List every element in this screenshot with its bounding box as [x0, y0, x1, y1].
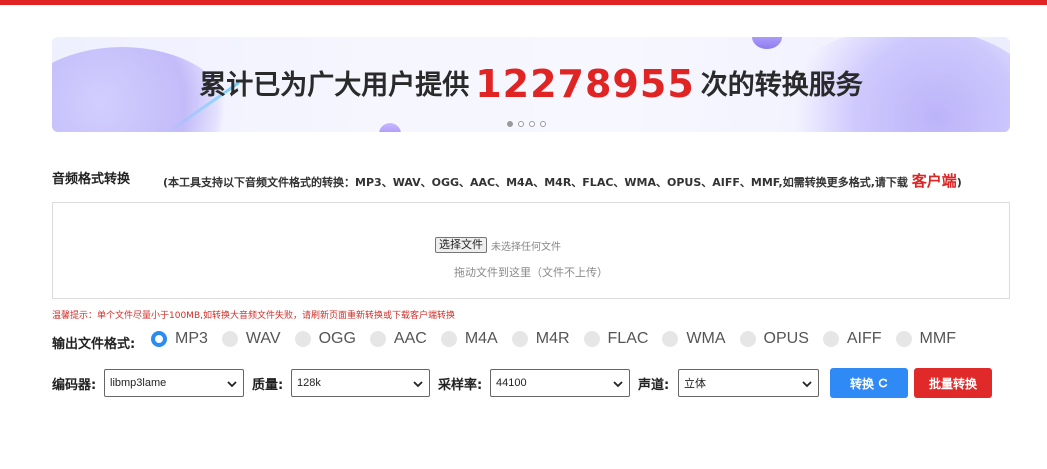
- quality-label: 质量:: [252, 378, 284, 393]
- carousel-dot-3[interactable]: [529, 121, 535, 127]
- file-status: 未选择任何文件: [491, 241, 561, 253]
- samplerate-value: 44100: [496, 377, 527, 389]
- refresh-icon: [878, 378, 888, 388]
- radio-icon[interactable]: [221, 331, 238, 347]
- format-option-label: AIFF: [846, 330, 882, 347]
- client-download-link[interactable]: 客户端: [912, 172, 957, 190]
- format-option-label: MP3: [175, 330, 208, 347]
- radio-icon[interactable]: [822, 331, 839, 347]
- samplerate-label: 采样率:: [438, 378, 483, 393]
- conversion-count: 12278955: [475, 62, 695, 106]
- format-option-m4a[interactable]: M4A: [440, 330, 498, 348]
- chevron-down-icon: [802, 381, 812, 388]
- tool-description-end: ): [956, 176, 962, 189]
- encoder-label: 编码器:: [52, 378, 97, 393]
- upload-dropzone[interactable]: 选择文件 未选择任何文件 拖动文件到这里（文件不上传）: [52, 202, 1010, 299]
- tool-description-text: (本工具支持以下音频文件格式的转换：MP3、WAV、OGG、AAC、M4A、M4…: [163, 176, 908, 189]
- format-option-mp3[interactable]: MP3: [151, 330, 208, 348]
- channel-select[interactable]: 立体: [678, 369, 819, 397]
- radio-icon[interactable]: [739, 331, 756, 347]
- radio-icon[interactable]: [369, 331, 386, 347]
- batch-convert-label: 批量转换: [928, 376, 977, 391]
- convert-button[interactable]: 转换: [830, 368, 908, 398]
- format-option-ogg[interactable]: OGG: [294, 330, 356, 348]
- format-option-mmf[interactable]: MMF: [895, 330, 956, 348]
- carousel-dot-4[interactable]: [540, 121, 546, 127]
- carousel-dots: [507, 121, 546, 127]
- format-option-label: OGG: [318, 330, 356, 347]
- chevron-down-icon: [413, 381, 423, 388]
- format-option-aac[interactable]: AAC: [369, 330, 427, 348]
- format-option-label: M4A: [464, 330, 498, 347]
- channel-label: 声道:: [638, 378, 670, 393]
- radio-icon[interactable]: [294, 331, 311, 347]
- stats-banner[interactable]: 累计已为广大用户提供 12278955 次的转换服务: [52, 37, 1010, 132]
- format-option-label: MMF: [919, 330, 956, 347]
- chevron-down-icon: [227, 381, 237, 388]
- output-format-options: MP3 WAV OGG AAC M4A M4R FLAC WMA OPUS AIFF MMF: [151, 330, 970, 348]
- quality-select[interactable]: 128k: [291, 369, 430, 397]
- format-option-label: FLAC: [607, 330, 649, 347]
- warning-text: 温馨提示：单个文件尽量小于100MB,如转换大音频文件失败，请刷新页面重新转换或…: [52, 311, 455, 321]
- format-option-wav[interactable]: WAV: [221, 330, 281, 348]
- radio-icon[interactable]: [511, 331, 528, 347]
- carousel-dot-1[interactable]: [507, 121, 513, 127]
- encoder-select[interactable]: libmp3lame: [104, 369, 244, 397]
- tool-description: (本工具支持以下音频文件格式的转换：MP3、WAV、OGG、AAC、M4A、M4…: [163, 170, 962, 191]
- quality-value: 128k: [297, 377, 321, 389]
- banner-prefix: 累计已为广大用户提供: [199, 70, 470, 101]
- radio-icon[interactable]: [151, 331, 167, 347]
- format-option-label: OPUS: [763, 330, 809, 347]
- batch-convert-button[interactable]: 批量转换: [914, 368, 992, 398]
- radio-icon[interactable]: [662, 331, 679, 347]
- channel-value: 立体: [684, 378, 706, 390]
- format-option-label: AAC: [393, 330, 427, 347]
- file-picker: 选择文件 未选择任何文件: [435, 237, 561, 253]
- convert-button-label: 转换: [849, 376, 874, 391]
- radio-icon[interactable]: [440, 331, 457, 347]
- format-option-label: WAV: [245, 330, 281, 347]
- format-option-aiff[interactable]: AIFF: [822, 330, 882, 348]
- top-accent-bar: [0, 0, 1047, 5]
- banner-suffix: 次的转换服务: [700, 70, 863, 101]
- format-option-label: M4R: [535, 330, 570, 347]
- samplerate-select[interactable]: 44100: [490, 369, 630, 397]
- format-option-wma[interactable]: WMA: [662, 330, 726, 348]
- encoder-value: libmp3lame: [110, 377, 167, 389]
- radio-icon[interactable]: [895, 331, 912, 347]
- radio-icon[interactable]: [583, 331, 600, 347]
- banner-headline: 累计已为广大用户提供 12278955 次的转换服务: [52, 59, 1010, 106]
- banner-bubble: [379, 123, 401, 132]
- format-option-opus[interactable]: OPUS: [739, 330, 809, 348]
- choose-file-button[interactable]: 选择文件: [435, 237, 487, 253]
- drag-hint: 拖动文件到这里（文件不上传）: [454, 266, 608, 279]
- tool-title: 音频格式转换: [52, 172, 131, 187]
- format-option-m4r[interactable]: M4R: [511, 330, 570, 348]
- chevron-down-icon: [613, 381, 623, 388]
- output-format-label: 输出文件格式:: [52, 337, 136, 352]
- banner-bubble: [752, 37, 782, 49]
- format-option-flac[interactable]: FLAC: [583, 330, 649, 348]
- format-option-label: WMA: [686, 330, 726, 347]
- carousel-dot-2[interactable]: [518, 121, 524, 127]
